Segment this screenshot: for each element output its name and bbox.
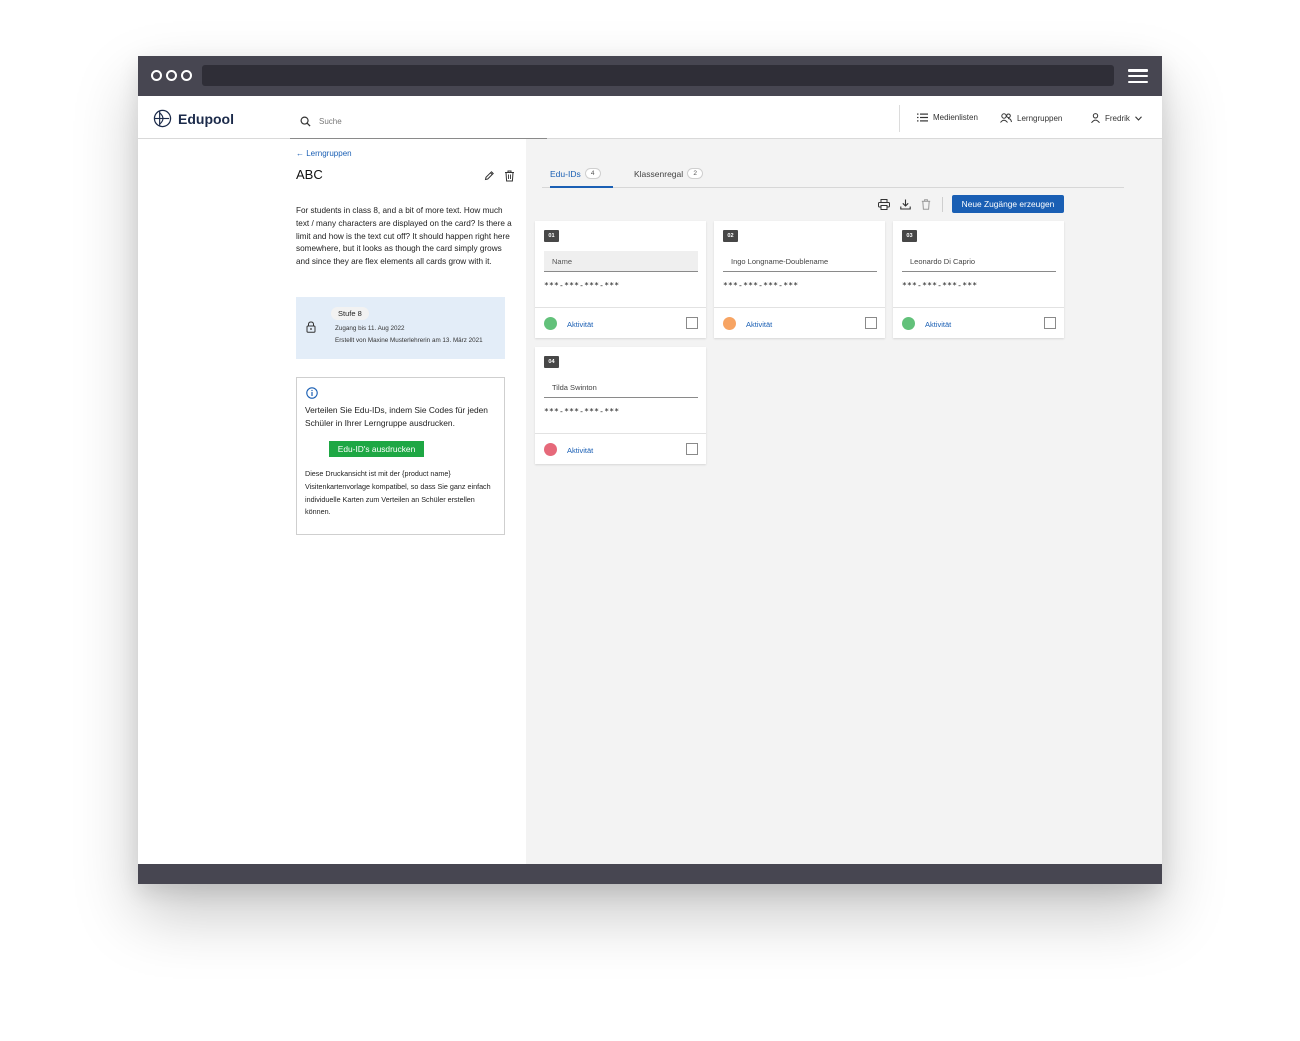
tab-klassenregal[interactable]: Klassenregal 2 (634, 168, 704, 179)
window-dot[interactable] (151, 70, 162, 81)
trash-icon[interactable] (919, 198, 933, 212)
edupool-logo-icon (153, 109, 172, 128)
nav-medienlisten[interactable]: Medienlisten (917, 113, 978, 122)
chevron-down-icon (1134, 115, 1142, 121)
print-note: Diese Druckansicht ist mit der {product … (305, 469, 491, 517)
access-code: ***-***-***-*** (902, 281, 978, 290)
student-name-input[interactable] (902, 251, 1056, 272)
tab-bar: Edu-IDs 4 Klassenregal 2 (542, 163, 1124, 188)
new-access-button[interactable]: Neue Zugänge erzeugen (952, 195, 1064, 213)
status-indicator (723, 317, 736, 330)
nav-lerngruppen-label: Lerngruppen (1017, 113, 1063, 123)
user-name: Fredrik (1105, 113, 1130, 123)
card-number: 04 (544, 356, 559, 368)
main-content: Edu-IDs 4 Klassenregal 2 Neue Zugänge er… (526, 139, 1162, 864)
edu-id-card: 01 ***-***-***-*** Aktivität (535, 221, 706, 338)
card-toolbar (877, 197, 951, 212)
info-icon (306, 387, 318, 399)
activity-link[interactable]: Aktivität (925, 320, 951, 329)
active-tab-indicator (550, 186, 613, 188)
student-name-input[interactable] (723, 251, 877, 272)
card-divider (535, 433, 706, 434)
address-bar[interactable] (202, 65, 1114, 86)
status-indicator (544, 317, 557, 330)
select-checkbox[interactable] (865, 317, 877, 329)
access-code: ***-***-***-*** (723, 281, 799, 290)
select-checkbox[interactable] (686, 443, 698, 455)
title-actions (484, 170, 515, 182)
back-link[interactable]: ← Lerngruppen (296, 149, 352, 158)
print-edu-ids-button[interactable]: Edu-ID's ausdrucken (329, 441, 424, 457)
edu-id-card: 02 ***-***-***-*** Aktivität (714, 221, 885, 338)
logo[interactable]: Edupool (153, 109, 234, 128)
nav-lerngruppen[interactable]: Lerngruppen (1000, 113, 1062, 123)
browser-window: Edupool Medienlisten Le (138, 56, 1162, 884)
edu-id-card: 04 ***-***-***-*** Aktivität (535, 347, 706, 464)
group-sidebar: ← Lerngruppen ABC For students in class … (138, 139, 526, 864)
toolbar-divider (942, 197, 943, 212)
users-icon (1000, 113, 1012, 123)
status-indicator (902, 317, 915, 330)
card-number: 01 (544, 230, 559, 242)
student-name-input[interactable] (544, 377, 698, 398)
tab-klassenregal-label: Klassenregal (634, 168, 684, 179)
brand-name: Edupool (178, 110, 234, 127)
hamburger-menu-icon[interactable] (1128, 69, 1148, 83)
edit-icon[interactable] (484, 170, 495, 181)
activity-link[interactable]: Aktivität (746, 320, 772, 329)
activity-link[interactable]: Aktivität (567, 320, 593, 329)
trash-icon[interactable] (504, 170, 515, 182)
access-until: Zugang bis 11. Aug 2022 (335, 325, 405, 332)
lock-icon (306, 321, 316, 333)
access-code: ***-***-***-*** (544, 281, 620, 290)
status-indicator (544, 443, 557, 456)
created-by: Erstellt von Maxine Musterlehrerin am 13… (335, 337, 483, 344)
print-icon[interactable] (877, 198, 891, 212)
activity-link[interactable]: Aktivität (567, 446, 593, 455)
grade-badge: Stufe 8 (331, 307, 369, 320)
search-icon (300, 116, 311, 127)
card-divider (893, 307, 1064, 308)
tab-edu-ids-label: Edu-IDs (550, 168, 581, 179)
nav-medienlisten-label: Medienlisten (933, 113, 978, 122)
browser-footer (138, 864, 1162, 884)
card-number: 02 (723, 230, 738, 242)
print-info-box: Verteilen Sie Edu-IDs, indem Sie Codes f… (296, 377, 505, 535)
search-bar (290, 104, 547, 139)
card-divider (714, 307, 885, 308)
list-icon (917, 113, 928, 122)
page-title: ABC (296, 167, 323, 182)
browser-titlebar (138, 56, 1162, 96)
access-code: ***-***-***-*** (544, 407, 620, 416)
tab-klassenregal-count: 2 (687, 168, 704, 179)
user-menu[interactable]: Fredrik (1091, 113, 1142, 123)
tab-edu-ids[interactable]: Edu-IDs 4 (550, 168, 601, 179)
tab-edu-ids-count: 4 (584, 168, 601, 179)
app-header: Edupool Medienlisten Le (138, 96, 1162, 139)
header-divider (899, 105, 900, 132)
print-description: Verteilen Sie Edu-IDs, indem Sie Codes f… (305, 405, 488, 428)
window-dot[interactable] (181, 70, 192, 81)
window-controls (151, 70, 192, 81)
download-icon[interactable] (898, 198, 912, 212)
select-checkbox[interactable] (686, 317, 698, 329)
card-number: 03 (902, 230, 917, 242)
user-icon (1091, 113, 1100, 123)
select-checkbox[interactable] (1044, 317, 1056, 329)
edu-id-card: 03 ***-***-***-*** Aktivität (893, 221, 1064, 338)
group-info-card: Stufe 8 Zugang bis 11. Aug 2022 Erstellt… (296, 297, 505, 359)
student-name-input[interactable] (544, 251, 698, 272)
search-input[interactable] (319, 116, 519, 126)
group-description: For students in class 8, and a bit of mo… (296, 206, 512, 267)
card-divider (535, 307, 706, 308)
window-dot[interactable] (166, 70, 177, 81)
